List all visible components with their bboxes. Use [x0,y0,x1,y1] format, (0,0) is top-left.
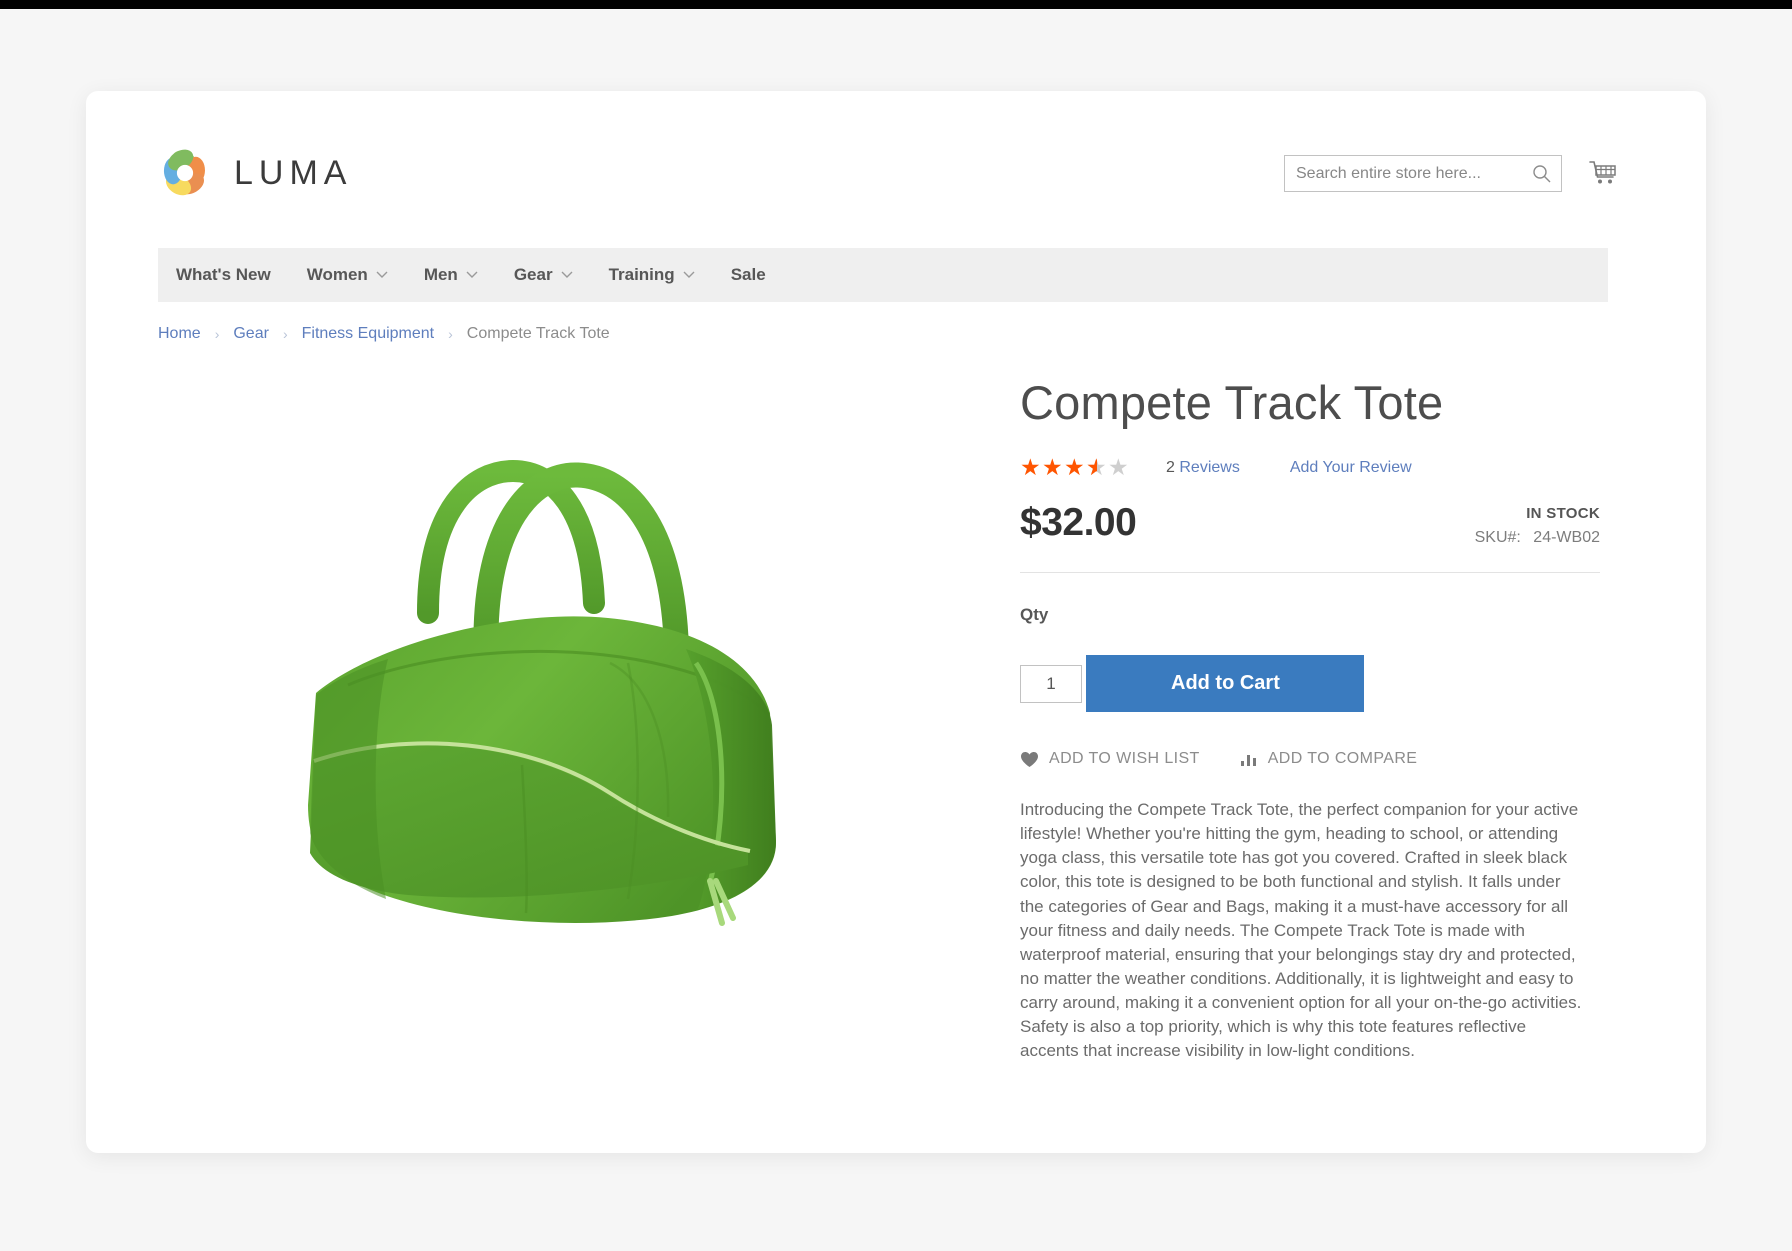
nav-item-sale[interactable]: Sale [731,265,766,285]
chevron-down-icon [466,271,478,278]
nav-item-men[interactable]: Men [424,265,478,285]
site-header: LUMA [86,91,1706,248]
nav-item-whats-new[interactable]: What's New [176,265,271,285]
nav-item-label: What's New [176,265,271,284]
secondary-actions: ADD TO WISH LIST ADD TO COMPARE [1020,750,1600,768]
breadcrumb-item-gear[interactable]: Gear [233,325,269,343]
breadcrumb-item-current: Compete Track Tote [466,325,610,342]
breadcrumb-item-fitness-equipment[interactable]: Fitness Equipment [302,325,435,343]
reviews-label: Reviews [1179,458,1240,476]
reviews-count: 2 [1166,458,1175,476]
heart-icon [1021,751,1038,767]
site-logo[interactable]: LUMA [158,146,352,200]
add-to-cart-button[interactable]: Add to Cart [1086,655,1365,712]
sku-label: SKU#: [1474,529,1521,546]
sku-value: 24-WB02 [1533,529,1600,546]
main-navigation: What's New Women Men Gear Training Sale [158,248,1608,302]
star-icon-4-half: ★ [1086,456,1108,480]
nav-item-label: Gear [513,265,553,284]
star-rating[interactable]: ★ ★ ★ ★ ★ [1020,454,1130,480]
stock-info: IN STOCK SKU#: 24-WB02 [1475,505,1600,547]
product-price: $32.00 [1020,501,1137,544]
search-input[interactable] [1285,157,1523,190]
nav-item-gear[interactable]: Gear [514,265,573,285]
breadcrumb-separator: › [214,326,220,342]
add-your-review-link[interactable]: Add Your Review [1290,459,1412,477]
breadcrumb-separator: › [282,326,288,342]
breadcrumb-item-home[interactable]: Home [158,325,201,343]
rating-row: ★ ★ ★ ★ ★ 2 Reviews Add Your Review [1020,454,1600,480]
luma-flower-logo-icon [163,149,205,196]
reviews-link[interactable]: 2 Reviews [1166,459,1240,477]
product-info: Compete Track Tote ★ ★ ★ ★ ★ 2 Reviews A… [1020,379,1600,1063]
product-gallery[interactable] [158,363,918,1063]
chevron-down-icon [561,271,573,278]
search-box[interactable] [1284,155,1562,192]
logo-wordmark: LUMA [234,153,353,192]
compare-label: ADD TO COMPARE [1267,750,1418,767]
wish-list-label: ADD TO WISH LIST [1049,750,1200,767]
nav-item-training[interactable]: Training [609,265,695,285]
chevron-down-icon [683,271,695,278]
add-to-compare-button[interactable]: ADD TO COMPARE [1240,750,1418,768]
star-icon-2: ★ [1042,454,1064,480]
star-icon-5-empty: ★ [1108,454,1130,480]
header-right-tools [1284,155,1620,192]
bar-chart-icon [1240,755,1256,766]
product-description: Introducing the Compete Track Tote, the … [1020,800,1582,1061]
nav-item-label: Sale [730,265,766,284]
nav-item-women[interactable]: Women [307,265,388,285]
nav-item-label: Training [608,265,675,284]
price-row: $32.00 IN STOCK SKU#: 24-WB02 [1020,501,1600,573]
add-to-wish-list-button[interactable]: ADD TO WISH LIST [1020,750,1200,768]
breadcrumb: Home › Gear › Fitness Equipment › Compet… [158,325,610,343]
star-icon-3: ★ [1064,454,1086,480]
product-title: Compete Track Tote [1020,376,1444,429]
page-card: LUMA What's N [86,91,1706,1153]
status-badge: IN STOCK [1526,505,1600,522]
star-icon-1: ★ [1020,454,1042,480]
product-sku: SKU#: 24-WB02 [1475,529,1600,547]
browser-top-bar [0,0,1792,9]
chevron-down-icon [376,271,388,278]
quantity-stepper[interactable] [1020,665,1082,703]
qty-label: Qty [1020,605,1049,624]
shopping-cart-icon[interactable] [1588,159,1620,189]
nav-item-label: Women [306,265,368,284]
search-icon[interactable] [1532,164,1552,184]
product-image-green-duffel-tote [308,459,776,926]
nav-item-label: Men [423,265,458,284]
breadcrumb-separator: › [448,326,453,342]
